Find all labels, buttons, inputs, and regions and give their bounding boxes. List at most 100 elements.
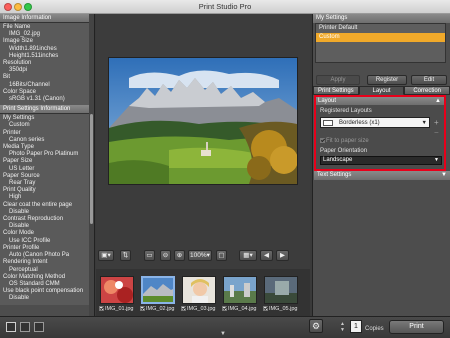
thumbnail-item[interactable]: IMG_01.jpg <box>99 274 140 314</box>
thumbnail-caption[interactable]: IMG_04.jpg <box>222 306 256 312</box>
my-settings-item-selected[interactable]: Custom <box>316 33 445 42</box>
info-value: 16Bits/Channel <box>9 81 50 88</box>
fit-view-icon[interactable]: ▭ <box>144 250 155 261</box>
text-settings-label: Text Settings <box>317 172 352 178</box>
thumbnail-caption[interactable]: IMG_03.jpg <box>181 306 215 312</box>
chevron-down-icon: ▼ <box>421 120 427 126</box>
info-label: Contrast Reproduction <box>3 216 64 223</box>
add-layout-icon[interactable]: + <box>434 118 439 127</box>
checkbox-icon[interactable] <box>222 306 227 311</box>
info-value: Disable <box>9 208 30 215</box>
info-label: Color Matching Method <box>3 273 66 280</box>
print-button[interactable]: Print <box>389 320 444 334</box>
apply-button[interactable]: Apply <box>316 75 360 85</box>
zoom-level-select[interactable]: 100%▾ <box>188 250 212 261</box>
thumbnail-view-icon[interactable] <box>34 322 44 332</box>
rotate-icon[interactable]: ⇅ <box>120 250 131 261</box>
info-value: Disable <box>9 223 30 230</box>
tab-correction[interactable]: Correction <box>404 86 450 95</box>
info-value: Height1.511inches <box>9 52 59 59</box>
paper-orientation-label: Paper Orientation <box>320 148 368 154</box>
checkbox-icon[interactable] <box>263 306 268 311</box>
thumbnail-item[interactable]: IMG_04.jpg <box>222 274 263 314</box>
thumbnail-caption[interactable]: IMG_05.jpg <box>263 306 297 312</box>
actual-size-icon[interactable]: ▢ <box>216 250 227 261</box>
collapse-arrow-icon[interactable]: ▲ <box>435 97 441 105</box>
info-label: Image Size <box>3 38 34 45</box>
thumbnail-image[interactable] <box>182 276 216 304</box>
settings-tabs: Print Settings Layout Correction <box>313 86 450 95</box>
thumbnail-image[interactable] <box>141 276 175 304</box>
window-title: Print Studio Pro <box>198 2 252 11</box>
zoom-in-icon[interactable]: ⊕ <box>174 250 185 261</box>
thumbnail-strip: IMG_01.jpg IMG_02.jpg IMG_03.jpg IMG_04.… <box>96 269 310 316</box>
registered-layout-value: Borderless (x1) <box>339 120 380 126</box>
info-label: Rendering Intent <box>3 259 48 266</box>
left-panel-scroll-thumb[interactable] <box>90 114 93 224</box>
thumbnail-filename: IMG_04.jpg <box>228 306 257 312</box>
thumbnail-image[interactable] <box>223 276 257 304</box>
info-value: Rear Tray <box>9 180 36 187</box>
layout-section-header[interactable]: Layout ▲ <box>316 97 444 105</box>
expand-arrow-icon[interactable]: ▼ <box>441 171 447 180</box>
checkbox-icon[interactable] <box>99 306 104 311</box>
gear-icon[interactable]: ⚙ <box>309 319 323 333</box>
checkbox-icon[interactable] <box>140 306 145 311</box>
paper-orientation-value: Landscape <box>323 157 353 163</box>
left-panel-scrollbar[interactable] <box>89 14 94 316</box>
print-settings-information-header[interactable]: Print Settings Information <box>0 105 94 115</box>
checkbox-icon[interactable] <box>181 306 186 311</box>
checkbox-icon[interactable] <box>320 138 325 143</box>
info-label: Clear coat the entire page <box>3 201 73 208</box>
preview-image[interactable] <box>109 58 297 184</box>
previous-image-icon[interactable]: ◀ <box>260 250 273 261</box>
layout-header-label: Layout <box>318 98 337 104</box>
copies-stepper[interactable]: ▲ ▼ <box>340 321 345 333</box>
layout-section: Layout ▲ Registered Layouts Borderless (… <box>314 95 446 171</box>
info-label: Paper Size <box>3 158 33 165</box>
thumbnail-caption[interactable]: IMG_01.jpg <box>99 306 133 312</box>
my-settings-item[interactable]: Printer Default <box>316 24 445 33</box>
split-view-icon[interactable] <box>20 322 30 332</box>
thumbnail-caption[interactable]: IMG_02.jpg <box>140 306 174 312</box>
info-label: Printer <box>3 129 21 136</box>
image-information-header[interactable]: Image Information <box>0 14 94 23</box>
thumbnail-item[interactable]: IMG_02.jpg <box>140 274 181 314</box>
preview-toolbar: ▣▾ ⇅ ▭ ⊖ ⊕ 100%▾ ▢ ▦▾ ◀ ▶ <box>96 250 310 265</box>
single-view-icon[interactable] <box>6 322 16 332</box>
edit-button[interactable]: Edit <box>411 75 447 85</box>
my-settings-list[interactable]: Printer Default Custom <box>315 23 446 63</box>
copies-label: Copies <box>365 326 384 332</box>
copies-input[interactable]: 1 <box>350 320 362 333</box>
chevron-down-icon[interactable]: ▼ <box>220 331 226 337</box>
remove-layout-icon[interactable]: − <box>434 128 439 137</box>
fit-to-paper-option[interactable]: Fit to paper size <box>320 138 369 144</box>
thumbnail-item[interactable]: IMG_03.jpg <box>181 274 222 314</box>
info-value: US Letter <box>9 165 35 172</box>
thumbnail-image[interactable] <box>100 276 134 304</box>
paper-orientation-select[interactable]: Landscape ▼ <box>320 156 442 165</box>
thumbnail-item[interactable]: IMG_05.jpg <box>263 274 304 314</box>
next-image-icon[interactable]: ▶ <box>276 250 289 261</box>
thumbnail-image[interactable] <box>264 276 298 304</box>
bottom-bar: ▼ ⚙ ▲ ▼ 1 Copies Print <box>0 316 450 338</box>
info-label: My Settings <box>3 115 35 122</box>
info-label: Resolution <box>3 60 32 67</box>
info-value: IMG_02.jpg <box>9 31 41 38</box>
tab-print-settings[interactable]: Print Settings <box>313 86 359 95</box>
print-area-menu-button[interactable]: ▣▾ <box>98 250 114 261</box>
tab-layout[interactable]: Layout <box>358 86 405 95</box>
thumbnail-filename: IMG_05.jpg <box>269 306 298 312</box>
info-label: Color Space <box>3 88 37 95</box>
zoom-out-icon[interactable]: ⊖ <box>160 250 171 261</box>
display-mode-button[interactable]: ▦▾ <box>239 250 257 261</box>
preview-area: ▣▾ ⇅ ▭ ⊖ ⊕ 100%▾ ▢ ▦▾ ◀ ▶ IMG_01.jpg IMG… <box>96 14 310 316</box>
info-value: High <box>9 194 22 201</box>
register-button[interactable]: Register <box>367 75 407 85</box>
thumbnail-filename: IMG_03.jpg <box>187 306 216 312</box>
registered-layouts-select[interactable]: Borderless (x1) ▼ <box>320 117 430 128</box>
text-settings-header[interactable]: Text Settings ▼ <box>314 171 450 180</box>
chevron-down-icon: ▼ <box>434 157 439 163</box>
my-settings-header[interactable]: My Settings <box>313 14 450 23</box>
info-value: Use ICC Profile <box>9 237 51 244</box>
